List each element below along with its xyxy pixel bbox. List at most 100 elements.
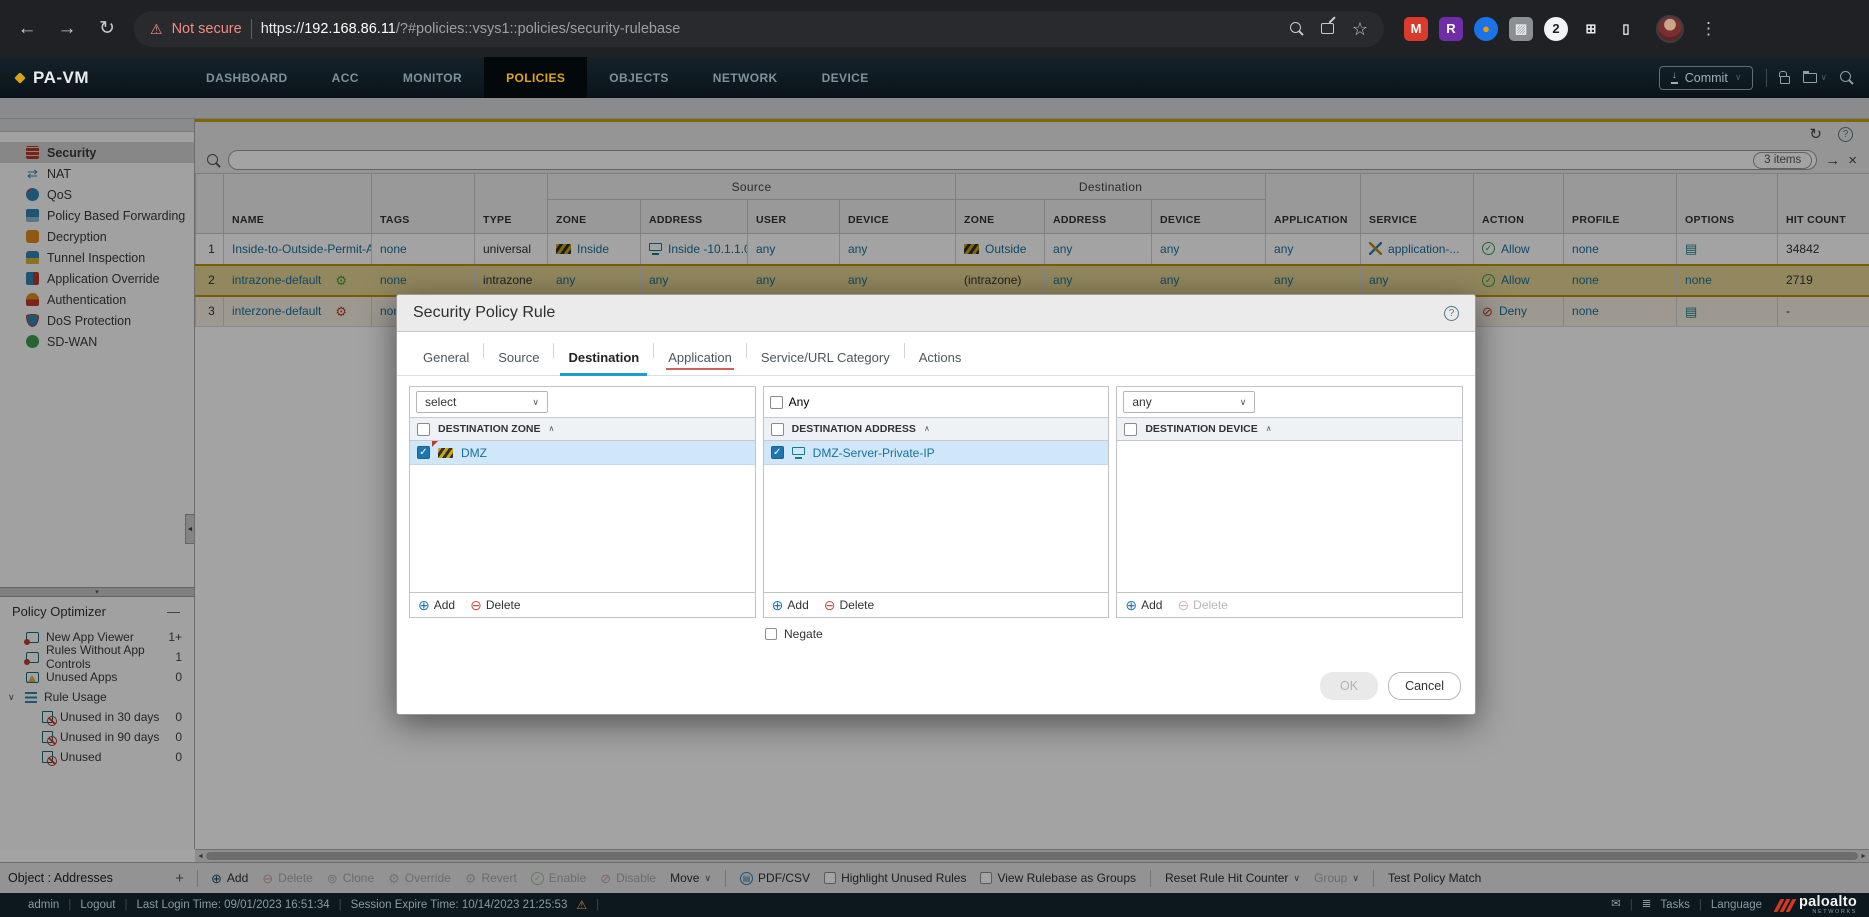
nav-tab-objects[interactable]: OBJECTS [587,57,690,98]
navbar-divider [1766,69,1767,87]
ok-button[interactable]: OK [1320,672,1378,700]
negate-label: Negate [784,627,823,641]
unlock-icon[interactable] [1780,76,1790,84]
not-secure-warning-icon[interactable]: ⚠ [150,22,163,36]
tab-general[interactable]: General [409,350,483,375]
ext-stylus-icon[interactable]: ▨ [1509,17,1533,41]
destination-address-list: ✓DMZ-Server-Private-IP [764,441,1109,592]
share-icon[interactable] [1321,23,1334,34]
logged-in-user: admin [28,899,59,911]
language-link[interactable]: Language [1711,899,1762,911]
ext-extensions-puzzle-icon[interactable]: ⊞ [1579,17,1603,41]
panel-footer-destination-device: ⊕Add⊖Delete [1117,592,1462,617]
browser-chrome: ← → ↻ ⚠ Not secure https://192.168.86.11… [0,0,1869,57]
ext-gmail-icon[interactable]: M [1404,17,1428,41]
dialog-help-icon[interactable]: ? [1444,306,1459,321]
panel-top-destination-zone: select∨ [410,387,755,417]
reload-icon[interactable]: ↻ [90,12,124,46]
tab-source[interactable]: Source [484,350,553,375]
add-button[interactable]: ⊕Add [1125,598,1162,612]
address-divider [251,19,252,39]
any-label: Any [789,395,810,409]
zoom-search-icon[interactable] [1290,22,1303,35]
nav-tab-acc[interactable]: ACC [310,57,381,98]
select-all-checkbox[interactable] [1124,423,1137,436]
back-icon[interactable]: ← [10,12,44,46]
nav-tab-dashboard[interactable]: DASHBOARD [184,57,310,98]
profile-avatar[interactable] [1656,15,1684,43]
brand: PA-VM [16,68,89,88]
panel-top-destination-device: any∨ [1117,387,1462,417]
select-all-checkbox[interactable] [417,423,430,436]
nav-tab-network[interactable]: NETWORK [691,57,800,98]
destination-address-item[interactable]: ✓DMZ-Server-Private-IP [764,441,1109,465]
add-button[interactable]: ⊕Add [772,598,809,612]
ext-reader-icon[interactable]: R [1439,17,1463,41]
commit-icon: ↓ [1671,71,1678,84]
panel-destination-zone: select∨ DESTINATION ZONE∧✓DMZ ⊕Add ⊖Delete [409,386,756,618]
not-secure-label[interactable]: Not secure [172,21,242,37]
row-checkbox[interactable]: ✓ [771,446,784,459]
zone-flag-icon [438,448,453,458]
select-all-checkbox[interactable] [771,423,784,436]
session-expire-time: Session Expire Time: 10/14/2023 21:25:53 [351,899,568,911]
global-search-icon[interactable] [1840,71,1853,84]
nav-tab-monitor[interactable]: MONITOR [381,57,484,98]
extension-icons: MR ● ▨ 2 ⊞ ▯ [1404,17,1638,41]
bookmark-star-icon[interactable]: ☆ [1352,20,1368,38]
session-warning-icon[interactable]: ⚠ [576,899,587,911]
delete-icon: ⊖ [1177,598,1189,612]
negate-row: Negate [397,618,1475,641]
negate-checkbox[interactable] [765,628,777,640]
destination-zone-dropdown[interactable]: select∨ [416,391,548,413]
panel-header-destination-address[interactable]: DESTINATION ADDRESS∧ [764,417,1109,441]
forward-icon[interactable]: → [50,12,84,46]
delete-button[interactable]: ⊖Delete [470,598,520,612]
tasks-icon[interactable]: ≣ [1642,899,1652,911]
chevron-down-icon: ∨ [1820,73,1827,82]
paloalto-logo: paloalto NETWORKS [1777,895,1857,915]
messages-icon[interactable]: ✉ [1611,899,1621,911]
device-name: PA-VM [33,68,89,88]
ext-badge-2-icon[interactable]: 2 [1544,17,1568,41]
nav-tab-policies[interactable]: POLICIES [484,57,587,98]
ext-shield-icon[interactable]: ● [1474,17,1498,41]
delete-icon: ⊖ [824,598,836,612]
chevron-down-icon: ∨ [532,398,539,407]
chevron-down-icon: ∨ [1735,73,1742,82]
tab-actions[interactable]: Actions [905,350,976,375]
tasks-link[interactable]: Tasks [1660,899,1689,911]
destination-zone-item[interactable]: ✓DMZ [410,441,755,465]
logout-link[interactable]: Logout [80,899,115,911]
add-icon: ⊕ [772,598,784,612]
destination-device-list [1117,441,1462,592]
address-object-icon [792,447,805,459]
status-bar: admin | Logout | Last Login Time: 09/01/… [0,893,1869,917]
sort-asc-icon: ∧ [1266,425,1272,433]
tab-application[interactable]: Application [654,350,746,375]
panel-header-destination-device[interactable]: DESTINATION DEVICE∧ [1117,417,1462,441]
commit-button[interactable]: ↓ Commit ∨ [1659,66,1754,90]
config-folder-icon[interactable] [1803,73,1817,83]
panel-footer-destination-zone: ⊕Add ⊖Delete [410,592,755,617]
tab-service-url-category[interactable]: Service/URL Category [747,350,904,375]
panel-destination-address: Any DESTINATION ADDRESS∧✓DMZ-Server-Priva… [763,386,1110,618]
navbar-right: ↓ Commit ∨ ∨ [1659,66,1853,90]
browser-menu-icon[interactable]: ⋮ [1700,20,1717,37]
tab-destination[interactable]: Destination [554,350,653,375]
panel-header-destination-zone[interactable]: DESTINATION ZONE∧ [410,417,755,441]
app-navbar: PA-VM DASHBOARDACCMONITORPOLICIESOBJECTS… [0,57,1869,98]
nav-tab-device[interactable]: DEVICE [800,57,891,98]
cancel-button[interactable]: Cancel [1388,672,1461,700]
row-checkbox[interactable]: ✓ [417,446,430,459]
url-text[interactable]: https://192.168.86.11/?#policies::vsys1:… [261,21,681,37]
address-bar[interactable]: ⚠ Not secure https://192.168.86.11/?#pol… [134,11,1384,47]
sort-asc-icon: ∧ [924,425,930,433]
add-button[interactable]: ⊕Add [418,598,455,612]
delete-button[interactable]: ⊖Delete [824,598,874,612]
add-icon: ⊕ [1125,598,1137,612]
any-checkbox[interactable] [770,396,783,409]
destination-device-dropdown[interactable]: any∨ [1123,391,1255,413]
pan-logo-icon [14,72,25,83]
ext-side-panel-icon[interactable]: ▯ [1614,17,1638,41]
